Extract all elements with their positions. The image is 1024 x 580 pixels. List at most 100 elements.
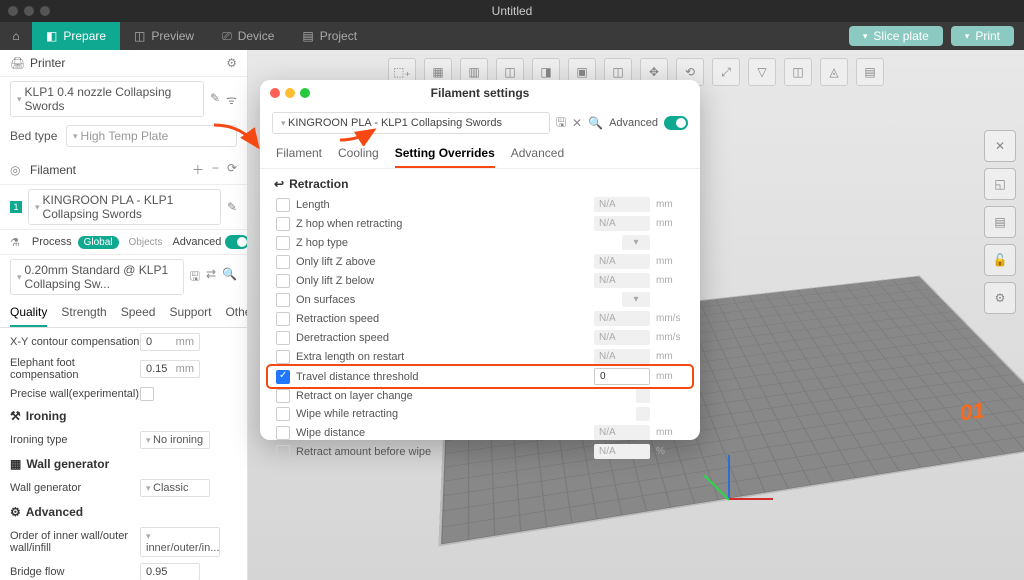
advanced-toggle[interactable]: Advanced⚙	[172, 235, 248, 249]
wifi-icon[interactable]: ᯤ	[226, 91, 237, 108]
save-profile-icon[interactable]: 🖫	[190, 267, 200, 288]
filament-select[interactable]: ▾KINGROON PLA - KLP1 Collapsing Swords	[28, 189, 221, 225]
filament-section-header: ◎ Filament ＋−⟳	[0, 155, 247, 185]
setting-checkbox[interactable]	[276, 407, 290, 421]
setting-value-input[interactable]: N/A	[594, 425, 650, 440]
modal-tab-cooling[interactable]: Cooling	[338, 140, 379, 168]
tab-quality[interactable]: Quality	[10, 299, 47, 327]
wallgen-select[interactable]: ▾ Classic	[140, 479, 210, 497]
process-tabs: Quality Strength Speed Support Others	[0, 299, 247, 328]
close-view-icon[interactable]: ✕	[984, 130, 1016, 162]
ironing-type-select[interactable]: ▾ No ironing	[140, 431, 210, 449]
setting-checkbox[interactable]	[276, 445, 290, 459]
setting-checkbox[interactable]	[276, 198, 290, 212]
ef-comp-input[interactable]: 0.15mm	[140, 360, 200, 378]
setting-checkbox[interactable]	[276, 312, 290, 326]
setting-label: Retract amount before wipe	[296, 446, 588, 458]
gear-icon[interactable]: ⚙	[984, 282, 1016, 314]
setting-row: Retract amount before wipeN/A%	[268, 442, 692, 461]
setting-value-input[interactable]: N/A	[594, 349, 650, 364]
wall-order-select[interactable]: ▾ inner/outer/in...	[140, 527, 220, 557]
setting-checkbox[interactable]	[276, 370, 290, 384]
tab-prepare[interactable]: ◧ Prepare	[32, 22, 120, 50]
search-icon[interactable]: 🔍	[222, 267, 237, 288]
setting-checkbox[interactable]	[276, 350, 290, 364]
setting-value-input[interactable]: N/A	[594, 216, 650, 231]
edit-icon[interactable]: ✎	[210, 91, 220, 108]
slice-plate-button[interactable]: ▾Slice plate	[849, 26, 943, 46]
setting-row: Travel distance threshold0mm	[268, 366, 692, 387]
top-nav: ⌂ ◧ Prepare ◫ Preview ⎚ Device ▤ Project…	[0, 22, 1024, 50]
window-title: Untitled	[492, 4, 533, 18]
process-profile-select[interactable]: ▾0.20mm Standard @ KLP1 Collapsing Sw...	[10, 259, 184, 295]
print-button[interactable]: ▾Print	[951, 26, 1014, 46]
setting-checkbox[interactable]	[276, 217, 290, 231]
add-filament-icon[interactable]: ＋	[192, 161, 204, 178]
tab-preview[interactable]: ◫ Preview	[120, 22, 208, 50]
perspective-icon[interactable]: ◱	[984, 168, 1016, 200]
support-icon[interactable]: ▤	[856, 58, 884, 86]
window-controls[interactable]	[8, 6, 50, 16]
filament-icon: ◎	[10, 163, 24, 177]
tab-device[interactable]: ⎚ Device	[208, 22, 288, 50]
modal-tab-advanced[interactable]: Advanced	[511, 140, 564, 168]
home-button[interactable]: ⌂	[0, 22, 32, 50]
printer-settings-icon[interactable]: ⚙	[226, 56, 237, 70]
setting-label: Retraction speed	[296, 313, 588, 325]
modal-tab-filament[interactable]: Filament	[276, 140, 322, 168]
filament-color-swatch[interactable]: 1	[10, 201, 22, 213]
setting-value-input[interactable]: N/A	[594, 311, 650, 326]
modal-tab-setting-overrides[interactable]: Setting Overrides	[395, 140, 495, 168]
modal-advanced-label: Advanced	[609, 117, 658, 129]
cut-icon[interactable]: ◫	[784, 58, 812, 86]
setting-dropdown[interactable]: ▾	[622, 235, 650, 250]
tab-speed[interactable]: Speed	[121, 299, 156, 327]
compare-icon[interactable]: ⇄	[206, 267, 216, 288]
sync-filament-icon[interactable]: ⟳	[227, 161, 237, 178]
save-icon[interactable]: 🖫	[556, 113, 566, 134]
setting-checkbox[interactable]	[276, 236, 290, 250]
setting-checkbox[interactable]	[276, 426, 290, 440]
bridge-flow-input[interactable]: 0.95	[140, 563, 200, 580]
setting-checkbox[interactable]	[276, 293, 290, 307]
layflat-icon[interactable]: ▽	[748, 58, 776, 86]
setting-dropdown[interactable]: ▾	[622, 292, 650, 307]
setting-value-checkbox[interactable]	[636, 389, 650, 403]
objects-tag[interactable]: Objects	[125, 236, 167, 249]
modal-window-controls[interactable]	[270, 88, 310, 98]
delete-icon[interactable]: ✕	[572, 116, 582, 130]
setting-value-input[interactable]: 0	[594, 368, 650, 385]
xy-comp-input[interactable]: 0mm	[140, 333, 200, 351]
precise-wall-checkbox[interactable]	[140, 387, 154, 401]
tab-project[interactable]: ▤ Project	[288, 22, 371, 50]
setting-label: Only lift Z above	[296, 256, 588, 268]
tab-strength[interactable]: Strength	[61, 299, 106, 327]
edit-filament-icon[interactable]: ✎	[227, 200, 237, 214]
tab-others[interactable]: Others	[225, 299, 248, 327]
bedtype-select[interactable]: ▾High Temp Plate	[66, 125, 237, 147]
setting-value-input[interactable]: N/A	[594, 444, 650, 459]
modal-advanced-toggle[interactable]	[664, 116, 688, 130]
setting-checkbox[interactable]	[276, 255, 290, 269]
tab-support[interactable]: Support	[169, 299, 211, 327]
setting-label: On surfaces	[296, 294, 616, 306]
mesh-icon[interactable]: ◬	[820, 58, 848, 86]
global-tag[interactable]: Global	[78, 236, 119, 249]
setting-value-input[interactable]: N/A	[594, 330, 650, 345]
printer-select[interactable]: ▾KLP1 0.4 nozzle Collapsing Swords	[10, 81, 204, 117]
lock-icon[interactable]: 🔓	[984, 244, 1016, 276]
setting-value-input[interactable]: N/A	[594, 197, 650, 212]
scale-icon[interactable]: ⤢	[712, 58, 740, 86]
setting-value-checkbox[interactable]	[636, 407, 650, 421]
setting-value-input[interactable]: N/A	[594, 273, 650, 288]
setting-label: Z hop type	[296, 237, 616, 249]
setting-checkbox[interactable]	[276, 389, 290, 403]
setting-checkbox[interactable]	[276, 274, 290, 288]
modal-filament-select[interactable]: ▾ KINGROON PLA - KLP1 Collapsing Swords	[272, 112, 550, 134]
remove-filament-icon[interactable]: −	[212, 161, 219, 178]
search-modal-icon[interactable]: 🔍	[588, 116, 603, 130]
layers-icon[interactable]: ▤	[984, 206, 1016, 238]
setting-value-input[interactable]: N/A	[594, 254, 650, 269]
setting-checkbox[interactable]	[276, 331, 290, 345]
modal-titlebar: Filament settings	[260, 80, 700, 106]
